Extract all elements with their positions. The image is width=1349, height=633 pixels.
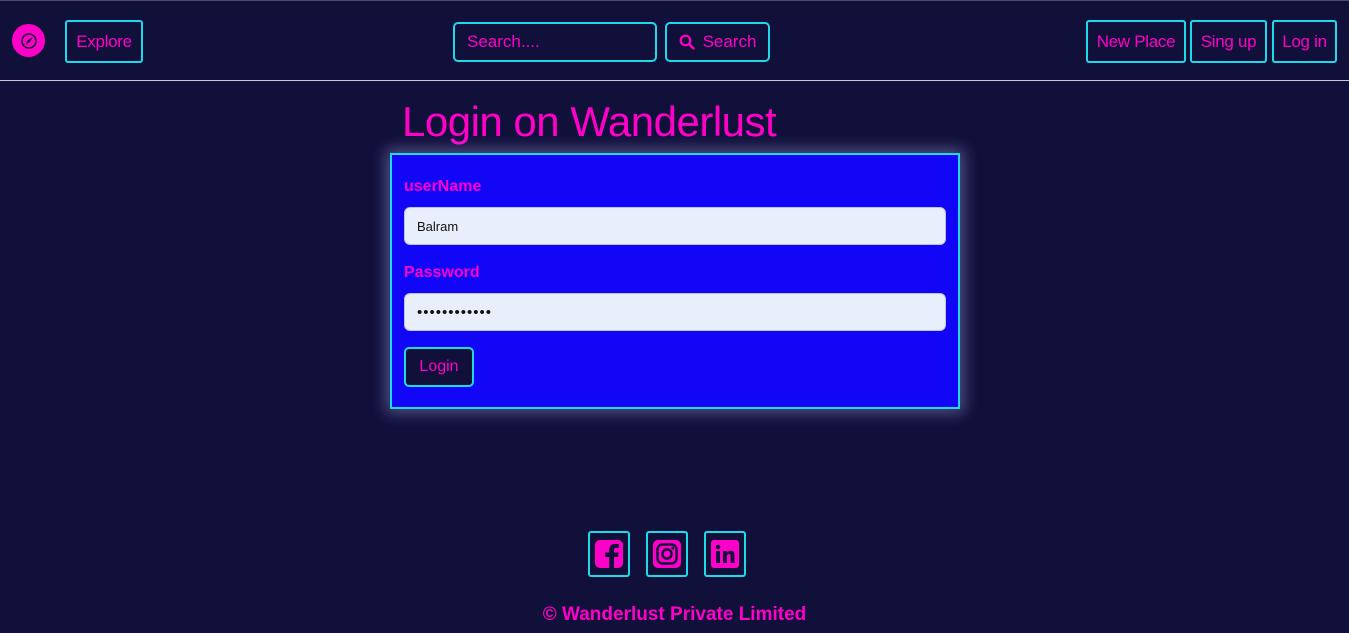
- navbar: Explore Search New Place Sing up Log in: [0, 0, 1349, 81]
- signup-link[interactable]: Sing up: [1190, 20, 1267, 63]
- login-submit-button[interactable]: Login: [404, 347, 474, 387]
- facebook-icon[interactable]: [588, 531, 630, 577]
- new-place-link[interactable]: New Place: [1086, 20, 1186, 63]
- username-input[interactable]: [404, 207, 946, 245]
- page-title: Login on Wanderlust: [402, 98, 777, 145]
- login-link[interactable]: Log in: [1272, 20, 1337, 63]
- search-button-label: Search: [702, 32, 757, 51]
- search-icon: [679, 34, 695, 50]
- explore-link[interactable]: Explore: [65, 20, 143, 63]
- instagram-icon[interactable]: [646, 531, 688, 577]
- login-form: userName Password Login: [390, 153, 960, 409]
- password-label: Password: [404, 264, 480, 281]
- linkedin-icon[interactable]: [704, 531, 746, 577]
- search-input[interactable]: [453, 22, 657, 62]
- username-label: userName: [404, 178, 482, 195]
- search-button[interactable]: Search: [665, 22, 770, 62]
- password-input[interactable]: [404, 293, 946, 331]
- compass-icon[interactable]: [12, 24, 45, 57]
- copyright-text: © Wanderlust Private Limited: [542, 604, 807, 625]
